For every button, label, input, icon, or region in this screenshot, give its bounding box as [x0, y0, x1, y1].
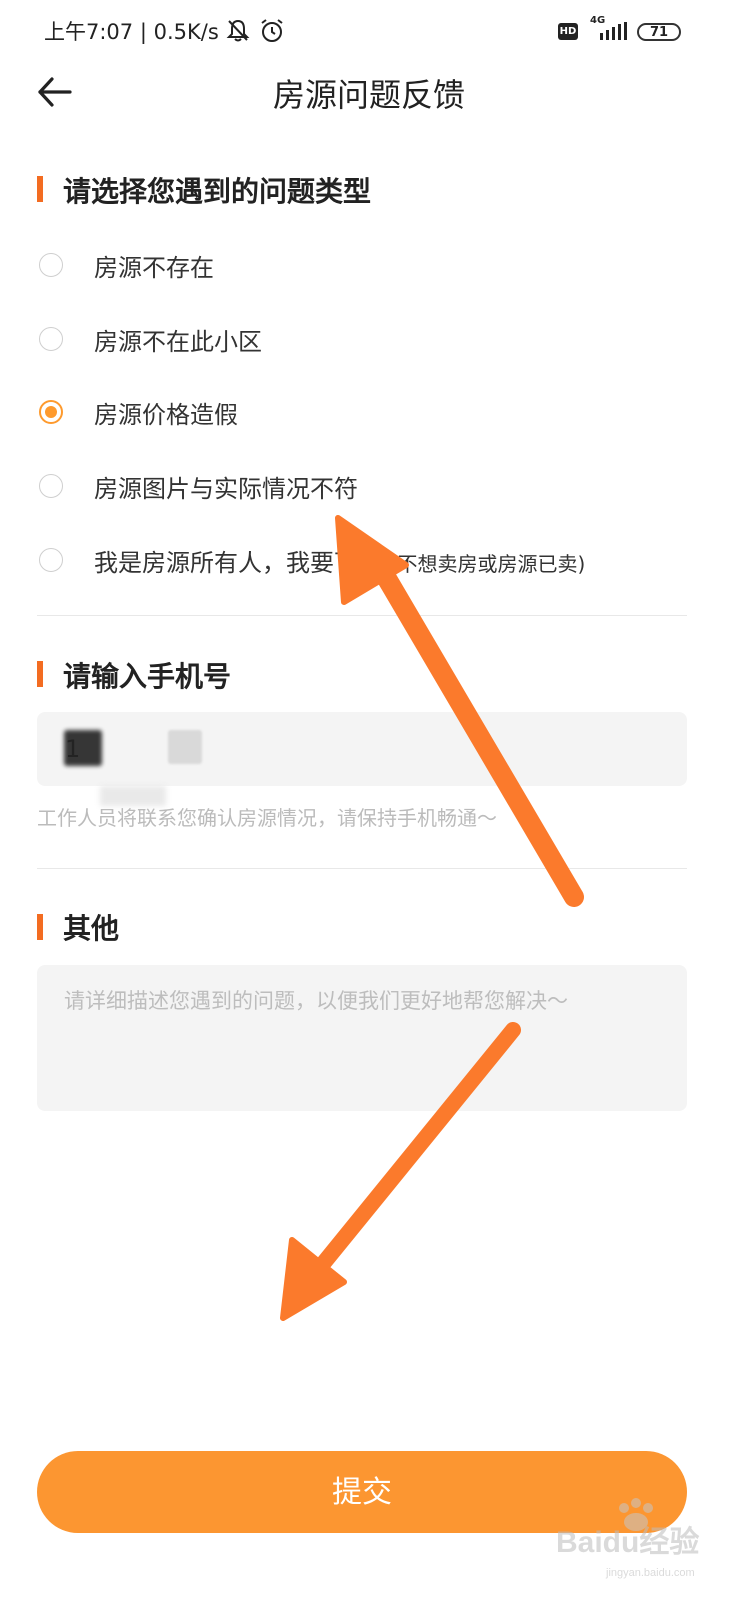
- option-not-in-community[interactable]: 房源不在此小区: [37, 314, 687, 364]
- option-label: 房源图片与实际情况不符: [94, 475, 358, 503]
- option-note: (不想卖房或房源已卖): [389, 552, 586, 576]
- option-fake-price[interactable]: 房源价格造假: [37, 387, 687, 437]
- redacted-blur: [64, 730, 102, 766]
- radio-button[interactable]: [39, 327, 63, 351]
- signal-icon: [600, 22, 627, 40]
- status-time-speed: 上午7:07 | 0.5K/s: [44, 20, 219, 44]
- divider: [37, 615, 687, 616]
- bell-muted-icon: [226, 19, 250, 42]
- option-label-main: 我是房源所有人，我要下架: [94, 549, 382, 577]
- radio-button-checked[interactable]: [39, 400, 63, 424]
- redacted-blur: [168, 730, 202, 764]
- option-owner-delist[interactable]: 我是房源所有人，我要下架 (不想卖房或房源已卖): [37, 535, 687, 585]
- option-not-exist[interactable]: 房源不存在: [37, 240, 687, 290]
- option-label: 房源不存在: [94, 254, 214, 282]
- arrow-down-head: [280, 1237, 347, 1321]
- section-accent-bar: [37, 661, 43, 687]
- other-heading: 其他: [63, 912, 120, 945]
- alarm-clock-icon: [261, 19, 283, 42]
- other-description-textarea[interactable]: [37, 965, 687, 1111]
- hd-badge: HD: [558, 23, 578, 40]
- section-accent-bar: [37, 176, 43, 202]
- divider: [37, 868, 687, 869]
- option-label: 我是房源所有人，我要下架 (不想卖房或房源已卖): [94, 543, 585, 578]
- option-label: 房源不在此小区: [94, 328, 262, 356]
- problem-type-heading: 请选择您遇到的问题类型: [63, 175, 372, 208]
- watermark-text: Baidu经验: [556, 1525, 699, 1559]
- phone-hint: 工作人员将联系您确认房源情况，请保持手机畅通～: [37, 806, 497, 830]
- phone-input[interactable]: [37, 712, 687, 786]
- watermark-url: jingyan.baidu.com: [605, 1567, 695, 1579]
- radio-button[interactable]: [39, 548, 63, 572]
- radio-button[interactable]: [39, 474, 63, 498]
- page-title: 房源问题反馈: [272, 76, 465, 114]
- battery-indicator: 71: [637, 23, 681, 41]
- phone-heading: 请输入手机号: [63, 660, 232, 693]
- option-photo-mismatch[interactable]: 房源图片与实际情况不符: [37, 461, 687, 511]
- baidu-watermark-logo: Baidu经验 jingyan.baidu.com: [556, 1498, 699, 1579]
- section-accent-bar: [37, 914, 43, 940]
- radio-button[interactable]: [39, 253, 63, 277]
- option-label: 房源价格造假: [94, 401, 238, 429]
